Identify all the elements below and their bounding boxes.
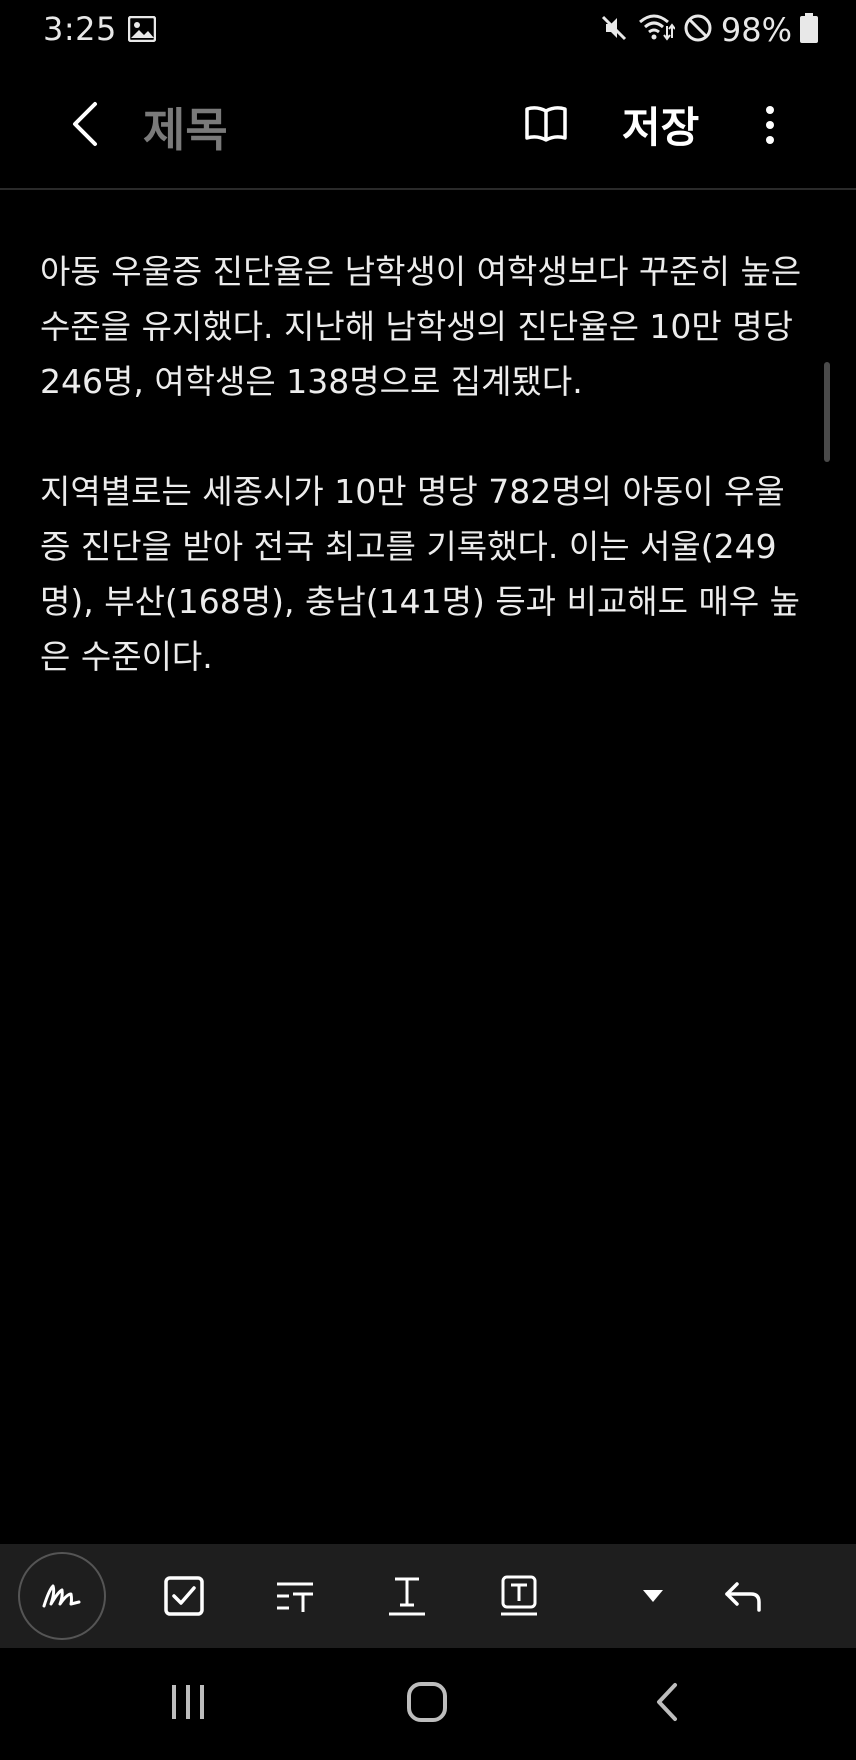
note-body[interactable]: 아동 우울증 진단율은 남학생이 여학생보다 꾸준히 높은 수준을 유지했다. … <box>40 244 810 739</box>
status-icons: 98% <box>599 10 818 50</box>
back-button[interactable] <box>58 92 110 156</box>
save-button[interactable]: 저장 <box>622 94 699 155</box>
more-options-icon <box>766 106 774 144</box>
reading-mode-icon <box>525 106 567 142</box>
checkbox-button[interactable] <box>158 1544 210 1648</box>
undo-icon <box>725 1582 761 1612</box>
title-field[interactable]: 제목 <box>143 94 228 160</box>
checkbox-icon <box>164 1576 204 1616</box>
note-paragraph[interactable]: 아동 우울증 진단율은 남학생이 여학생보다 꾸준히 높은 수준을 유지했다. … <box>40 244 810 409</box>
undo-button[interactable] <box>720 1544 766 1648</box>
text-box-button[interactable] <box>496 1544 542 1648</box>
wifi-icon <box>637 12 676 48</box>
mute-icon <box>599 13 629 47</box>
reading-mode-button[interactable] <box>520 98 572 150</box>
note-paragraph[interactable]: 지역별로는 세종시가 10만 명당 782명의 아동이 우울증 진단을 받아 전… <box>40 464 810 684</box>
status-time: 3:25 <box>43 10 117 48</box>
recent-apps-button[interactable] <box>166 1672 210 1732</box>
underline-text-icon <box>389 1577 425 1616</box>
text-box-icon <box>501 1575 537 1616</box>
text-style-icon <box>277 1582 313 1612</box>
app-bar: 제목 저장 <box>0 62 856 190</box>
scrollbar[interactable] <box>824 362 830 462</box>
pen-icon <box>42 1584 81 1608</box>
text-style-button[interactable] <box>270 1544 320 1648</box>
gallery-icon <box>127 15 157 43</box>
battery-percent: 98% <box>720 11 792 49</box>
text-format-button[interactable] <box>384 1544 430 1648</box>
dropdown-arrow-icon <box>643 1590 663 1602</box>
battery-icon <box>800 13 818 47</box>
editor-toolbar <box>0 1544 856 1648</box>
back-nav-icon <box>657 1683 677 1721</box>
back-nav-button[interactable] <box>652 1672 682 1732</box>
recent-apps-icon <box>172 1685 204 1719</box>
handwriting-button[interactable] <box>18 1544 106 1648</box>
home-icon <box>407 1682 447 1722</box>
navigation-bar <box>0 1648 856 1760</box>
back-icon <box>73 102 97 146</box>
home-button[interactable] <box>404 1672 450 1732</box>
more-options-button[interactable] <box>752 100 788 150</box>
status-bar: 3:25 98% <box>0 0 856 62</box>
more-tools-button[interactable] <box>636 1544 670 1648</box>
handwriting-button-ring <box>18 1552 106 1640</box>
do-not-disturb-icon <box>683 13 713 47</box>
